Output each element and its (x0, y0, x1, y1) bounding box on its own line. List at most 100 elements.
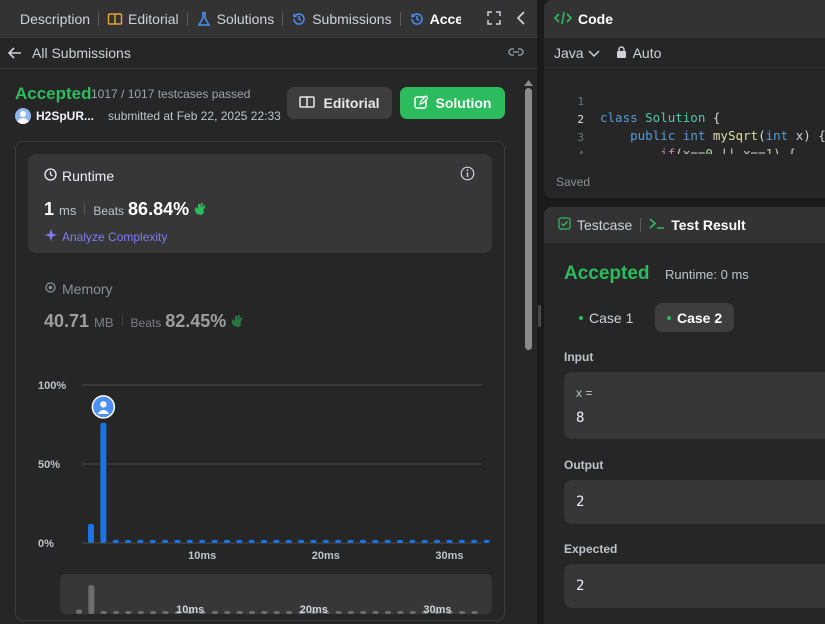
memory-unit: MB (94, 315, 114, 330)
chart-bar (261, 539, 268, 543)
tab-testcase[interactable]: Testcase (558, 217, 632, 233)
chart-bar (125, 539, 132, 543)
mini-x-tick-label: 30ms (423, 604, 451, 614)
memory-number: 40.71 (44, 311, 90, 331)
chart-bar (421, 539, 428, 543)
tab-description[interactable]: Description (20, 0, 90, 38)
sparkle-icon (44, 228, 58, 245)
tab-solutions[interactable]: Solutions (196, 0, 274, 38)
chart-bar (446, 539, 453, 543)
mini-bar (471, 611, 478, 614)
expected-value: 2 (576, 578, 585, 594)
collapse-icon[interactable] (515, 10, 527, 28)
tab-test-result[interactable]: Test Result (649, 217, 746, 233)
submitted-at: submitted at Feb 22, 2025 22:33 (108, 109, 281, 123)
input-label: Input (564, 350, 594, 364)
chart-bar (149, 539, 156, 543)
code-text: class Solution { (600, 110, 721, 125)
submission-status: Accepted (15, 84, 92, 103)
share-link-icon[interactable] (507, 45, 525, 62)
y-tick-label: 0% (38, 538, 54, 550)
book-icon (107, 11, 123, 27)
chart-bar (483, 539, 490, 543)
maximize-icon[interactable] (487, 10, 501, 28)
scrollbar-thumb[interactable] (525, 88, 532, 350)
all-submissions-link[interactable]: All Submissions (32, 45, 131, 61)
x-tick-label: 20ms (312, 550, 340, 562)
case-1-tab[interactable]: Case 1 (567, 303, 645, 332)
chart-bar (248, 539, 255, 543)
mini-bar (88, 585, 95, 614)
chart-bar (322, 539, 329, 543)
tab-separator (186, 11, 188, 26)
chart-bar (458, 539, 465, 543)
case-2-tab[interactable]: Case 2 (655, 303, 735, 332)
line-number: 4 (564, 149, 584, 154)
mini-bar (137, 611, 144, 614)
username[interactable]: H2SpUR... (36, 109, 94, 123)
mini-bar (224, 611, 231, 614)
clock-icon (44, 168, 57, 184)
code-editor[interactable]: 1 class Solution { 2 public int mySqrt(i… (544, 76, 825, 154)
memory-label[interactable]: Memory (44, 281, 113, 297)
chart-bar (186, 539, 193, 543)
input-variable: x = (576, 386, 593, 400)
auto-mode[interactable]: Auto (633, 45, 662, 61)
code-line: 1 class Solution { (544, 80, 720, 125)
checkbox-icon (558, 217, 571, 233)
chart-bar (88, 524, 94, 543)
tab-submissions[interactable]: Submissions (291, 0, 392, 38)
tab-bar-actions (487, 0, 527, 38)
terminal-icon (649, 217, 665, 233)
language-select[interactable]: Java (554, 45, 600, 61)
tab-bar: Description Editorial Solutions Submissi… (0, 0, 537, 38)
avatar[interactable] (15, 108, 31, 124)
chart-bar (335, 539, 342, 543)
code-toolbar: Java Auto (544, 38, 825, 68)
mini-bar (125, 611, 132, 614)
panel-resize-handle[interactable] (538, 305, 541, 327)
chart-bar (298, 539, 305, 543)
input-box: x = 8 (564, 372, 825, 439)
code-icon (553, 11, 573, 28)
mini-bar (236, 611, 243, 614)
tab-accepted[interactable]: Accep (409, 0, 461, 38)
avatar-head (100, 401, 107, 408)
chart-bar (174, 539, 181, 543)
expected-label: Expected (564, 542, 618, 556)
chart-bar (199, 539, 206, 543)
info-icon[interactable] (460, 166, 475, 184)
range-overview-chart[interactable]: 10ms 20ms 30ms (60, 574, 492, 614)
y-tick-label: 50% (38, 459, 60, 471)
mini-bar (409, 611, 416, 614)
chart-bar (409, 539, 416, 543)
memory-beats: 82.45% (165, 311, 227, 331)
result-runtime: Runtime: 0 ms (665, 267, 749, 282)
analyze-complexity-link[interactable]: Analyze Complexity (44, 228, 167, 245)
mini-bar (162, 611, 169, 614)
result-tab-bar: Testcase Test Result (544, 207, 825, 243)
mini-bar (76, 609, 82, 614)
code-panel: Code Java Auto 1 class Solution { 2 publ… (544, 0, 825, 198)
chart-bar (434, 539, 441, 543)
x-tick-label: 30ms (435, 550, 463, 562)
chart-bar (471, 539, 478, 543)
result-status: Accepted (564, 263, 650, 284)
chart-bar (397, 539, 403, 543)
code-title: Code (578, 11, 613, 27)
chart-bar (310, 539, 317, 543)
editorial-button[interactable]: Editorial (287, 87, 392, 119)
mini-bar (100, 611, 107, 614)
tab-separator (282, 11, 284, 26)
submission-user: H2SpUR... submitted at Feb 22, 2025 22:3… (15, 108, 281, 124)
chart-bar (285, 539, 292, 543)
x-tick-label: 10ms (188, 550, 216, 562)
tab-editorial[interactable]: Editorial (107, 0, 179, 38)
chart-bar (273, 539, 280, 543)
back-arrow-icon[interactable] (8, 46, 22, 60)
input-value: 8 (576, 410, 585, 426)
scroll-up-icon[interactable] (524, 74, 533, 89)
solution-button[interactable]: Solution (400, 87, 505, 119)
chart-bar (223, 539, 230, 543)
runtime-distribution-chart[interactable]: 100% 50% 0% 10ms 20ms 30ms (28, 370, 493, 570)
